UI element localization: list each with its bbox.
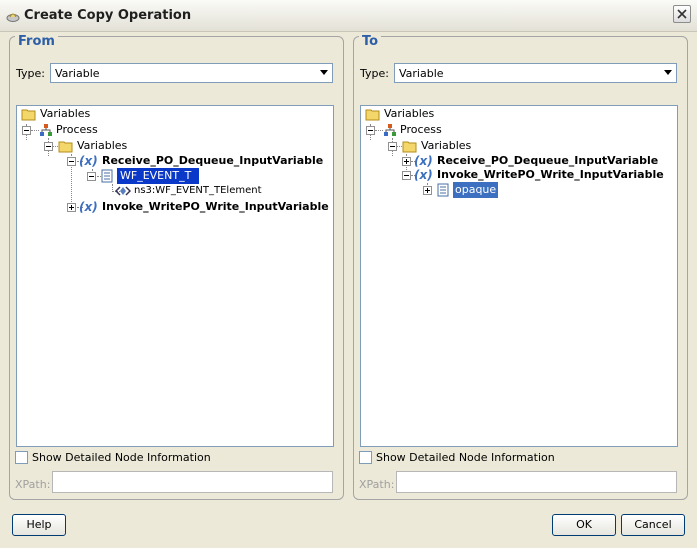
from-panel: From Type: Variable Variables Process Va [9,34,344,500]
to-type-value: Variable [399,67,444,80]
title-bar: Create Copy Operation [0,0,697,32]
folder-icon [58,141,73,153]
cancel-button[interactable]: Cancel [621,514,685,536]
folder-icon [21,109,36,121]
to-panel: To Type: Variable Variables Process Vari… [353,34,688,500]
expand-icon[interactable] [67,203,76,212]
collapse-icon[interactable] [402,171,411,180]
collapse-icon[interactable] [44,142,53,151]
collapse-icon[interactable] [366,126,375,135]
process-icon [40,124,52,136]
collapse-icon[interactable] [22,126,31,135]
from-type-select[interactable]: Variable [50,63,333,83]
collapse-icon[interactable] [67,157,76,166]
app-icon [6,13,20,22]
document-icon [437,183,449,197]
ok-button[interactable]: OK [552,514,616,536]
variable-icon: (x) [414,168,433,182]
window-title: Create Copy Operation [24,8,192,23]
element-icon [115,186,131,196]
to-tree[interactable]: Variables Process Variables (x) Receive_… [360,105,678,447]
expand-icon[interactable] [423,186,432,195]
chevron-down-icon [664,70,672,75]
to-type-label: Type: [360,67,389,80]
process-icon [384,124,396,136]
to-type-select[interactable]: Variable [394,63,677,83]
from-tree[interactable]: Variables Process Variables (x) Receive_… [16,105,334,447]
from-show-detail-checkbox[interactable] [15,451,28,464]
folder-icon [402,141,417,153]
from-xpath-label: XPath: [15,478,51,491]
collapse-icon[interactable] [87,172,96,181]
folder-icon [365,109,380,121]
from-type-value: Variable [55,67,100,80]
close-icon [677,9,687,19]
variable-icon: (x) [79,154,98,168]
document-icon [101,169,113,183]
close-button[interactable] [673,5,691,23]
expand-icon[interactable] [402,157,411,166]
to-xpath-label: XPath: [359,478,395,491]
from-legend: From [15,34,58,49]
variable-icon: (x) [79,200,98,214]
to-legend: To [359,34,382,49]
collapse-icon[interactable] [388,142,397,151]
to-xpath-input[interactable] [396,471,677,493]
to-show-detail-checkbox[interactable] [359,451,372,464]
to-show-detail-label: Show Detailed Node Information [376,451,555,464]
from-xpath-input[interactable] [52,471,333,493]
chevron-down-icon [320,70,328,75]
from-type-label: Type: [16,67,45,80]
from-show-detail-label: Show Detailed Node Information [32,451,211,464]
help-button[interactable]: Help [12,514,66,536]
